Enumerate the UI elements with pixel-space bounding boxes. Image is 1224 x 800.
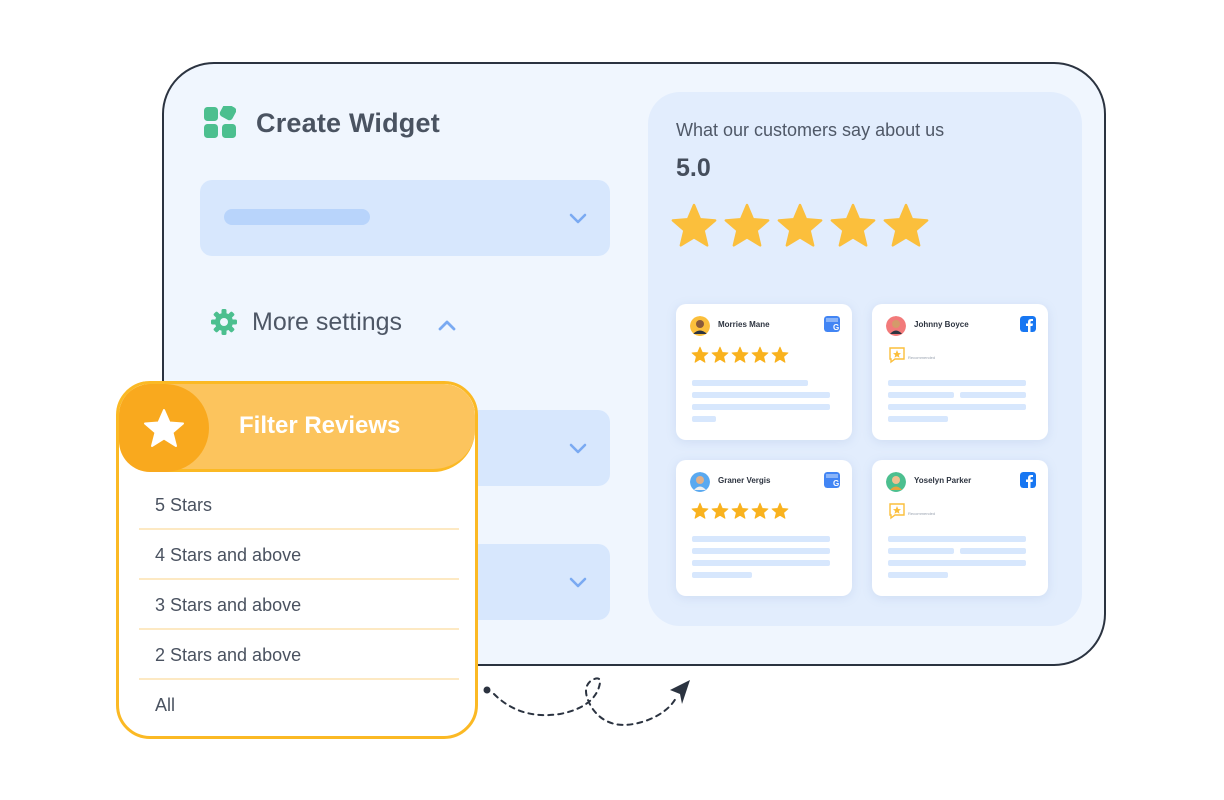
review-rating-stars <box>691 346 789 364</box>
review-card[interactable]: Morries Mane G <box>676 304 852 440</box>
filter-title: Filter Reviews <box>239 412 401 439</box>
recommend-text: Recommended <box>908 510 936 516</box>
svg-text:G: G <box>833 323 839 332</box>
star-icon <box>883 203 929 247</box>
widget-type-dropdown[interactable] <box>200 180 610 256</box>
google-my-business-icon: G <box>824 316 840 332</box>
recommendation-badge: Recommended <box>888 346 935 364</box>
review-card[interactable]: Yoselyn Parker Recommended <box>872 460 1048 596</box>
star-icon <box>751 346 769 363</box>
reviewer-name: Morries Mane <box>718 320 770 329</box>
recommend-icon <box>889 503 905 520</box>
star-icon <box>144 409 184 447</box>
widget-grid-icon <box>204 106 236 138</box>
chevron-down-icon <box>569 213 587 224</box>
avatar <box>886 316 906 336</box>
filter-badge <box>119 384 209 472</box>
svg-text:G: G <box>833 479 839 488</box>
overall-rating-stars <box>670 202 930 250</box>
chevron-up-icon[interactable] <box>436 314 458 336</box>
chevron-down-icon <box>569 577 587 588</box>
star-icon <box>671 203 717 247</box>
filter-header: Filter Reviews <box>119 384 475 472</box>
filter-reviews-panel: Filter Reviews 5 Stars 4 Stars and above… <box>116 381 478 739</box>
avatar <box>886 472 906 492</box>
star-icon <box>711 502 729 519</box>
star-icon <box>731 346 749 363</box>
filter-option-all[interactable]: All <box>139 680 459 730</box>
filter-option-3-stars[interactable]: 3 Stars and above <box>139 580 459 630</box>
facebook-icon <box>1020 316 1036 332</box>
review-card[interactable]: Johnny Boyce Recommended <box>872 304 1048 440</box>
star-icon <box>777 203 823 247</box>
star-icon <box>771 346 789 363</box>
gear-icon <box>211 309 237 335</box>
star-icon <box>830 203 876 247</box>
filter-option-5-stars[interactable]: 5 Stars <box>139 480 459 530</box>
page-title: Create Widget <box>256 108 440 138</box>
reviewer-name: Johnny Boyce <box>914 320 969 329</box>
chevron-down-icon <box>569 443 587 454</box>
review-rating-stars <box>691 502 789 520</box>
filter-option-2-stars[interactable]: 2 Stars and above <box>139 630 459 680</box>
star-icon <box>771 502 789 519</box>
filter-option-4-stars[interactable]: 4 Stars and above <box>139 530 459 580</box>
facebook-icon <box>1020 472 1036 488</box>
overall-score: 5.0 <box>676 154 711 182</box>
google-my-business-icon: G <box>824 472 840 488</box>
review-card[interactable]: Graner Vergis G <box>676 460 852 596</box>
avatar <box>690 316 710 336</box>
flow-arrow-icon <box>483 677 690 726</box>
more-settings-toggle[interactable]: More settings <box>210 304 458 340</box>
recommend-icon <box>889 347 905 364</box>
more-settings-label: More settings <box>252 307 403 336</box>
recommendation-badge: Recommended <box>888 502 935 520</box>
recommend-text: Recommended <box>908 354 936 360</box>
reviewer-name: Graner Vergis <box>718 476 771 485</box>
dropdown-placeholder <box>224 209 370 225</box>
avatar <box>690 472 710 492</box>
star-icon <box>751 502 769 519</box>
star-icon <box>724 203 770 247</box>
star-icon <box>711 346 729 363</box>
preview-heading: What our customers say about us <box>676 120 945 140</box>
star-icon <box>691 502 709 519</box>
reviewer-name: Yoselyn Parker <box>914 476 972 485</box>
star-icon <box>691 346 709 363</box>
star-icon <box>731 502 749 519</box>
